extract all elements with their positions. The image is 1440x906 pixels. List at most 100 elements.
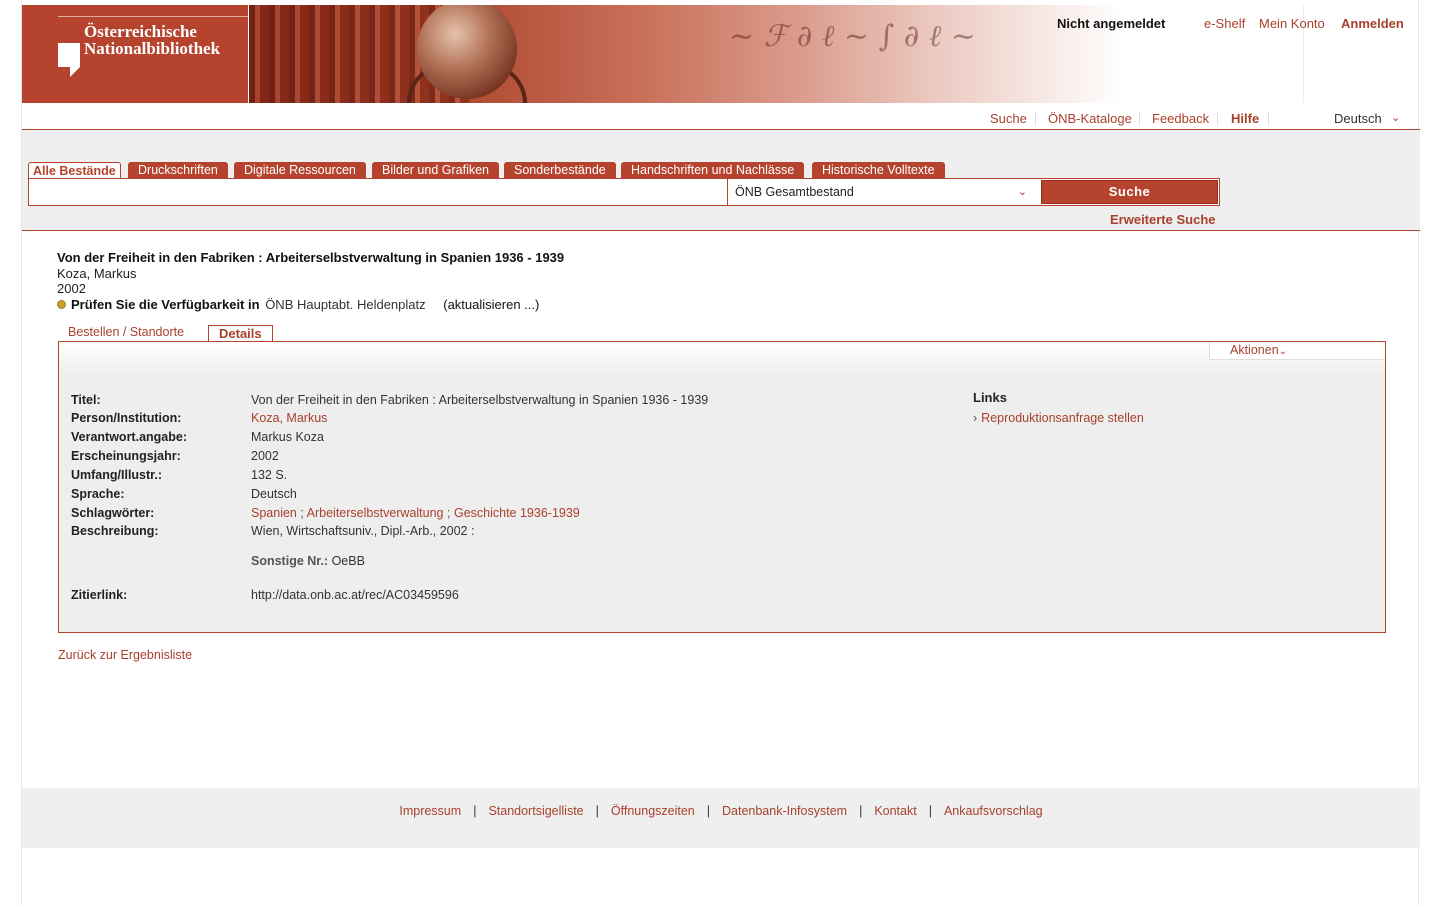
field-value: 2002 [251, 449, 279, 463]
tab-digitale-ressourcen[interactable]: Digitale Ressourcen [234, 162, 366, 179]
eshelf-link[interactable]: e-Shelf [1204, 16, 1245, 31]
logo-mark-icon [58, 43, 80, 77]
nav-separator [1035, 112, 1036, 125]
footer-impressum[interactable]: Impressum [399, 804, 461, 818]
chevron-down-icon: ⌄ [1017, 186, 1027, 198]
record-author: Koza, Markus [57, 266, 137, 281]
my-account-link[interactable]: Mein Konto [1259, 16, 1325, 31]
scope-select[interactable]: ÖNB Gesamtbestand ⌄ [727, 179, 1039, 205]
page-container: Österreichische Nationalbibliothek ~ ℱ ∂… [21, 0, 1420, 906]
field-schlagwoerter: Schlagwörter: Spanien ; Arbeiterselbstve… [71, 506, 951, 524]
field-value: Wien, Wirtschaftsuniv., Dipl.-Arb., 2002… [251, 524, 475, 538]
record-year: 2002 [57, 281, 86, 296]
panel-toolbar: Aktionen⌄ [59, 342, 1385, 374]
search-button[interactable]: Suche [1041, 180, 1218, 204]
citation-link[interactable]: http://data.onb.ac.at/rec/AC03459596 [251, 588, 459, 602]
field-label: Zitierlink: [71, 588, 128, 602]
nav-feedback[interactable]: Feedback [1152, 111, 1209, 126]
footer-separator: | [928, 804, 932, 818]
footer-separator: | [473, 804, 477, 818]
chevron-down-icon: ⌄ [1278, 346, 1288, 357]
subject-separator: ; [447, 506, 451, 520]
logo-rule [58, 16, 248, 17]
links-list: › Reproduktionsanfrage stellen [973, 411, 1144, 425]
chevron-right-icon: › [973, 411, 978, 425]
field-umfang: Umfang/Illustr.: 132 S. [71, 468, 951, 486]
nav-suche[interactable]: Suche [990, 111, 1027, 126]
tab-handschriften-nachlaesse[interactable]: Handschriften und Nachlässe [621, 162, 805, 179]
field-label: Erscheinungsjahr: [71, 449, 181, 463]
person-link[interactable]: Koza, Markus [251, 411, 327, 425]
availability-line: Prüfen Sie die Verfügbarkeit in ÖNB Haup… [57, 297, 539, 312]
field-sprache: Sprache: Deutsch [71, 487, 951, 505]
tab-bestellen-standorte[interactable]: Bestellen / Standorte [68, 325, 184, 339]
field-titel: Titel: Von der Freiheit in den Fabriken … [71, 393, 951, 411]
nav-oenb-kataloge[interactable]: ÖNB-Kataloge [1048, 111, 1132, 126]
advanced-search-link[interactable]: Erweiterte Suche [1110, 212, 1216, 227]
field-label: Umfang/Illustr.: [71, 468, 162, 482]
footer-kontakt[interactable]: Kontakt [874, 804, 916, 818]
login-status: Nicht angemeldet [1057, 16, 1166, 31]
search-box: ÖNB Gesamtbestand ⌄ Suche [28, 178, 1220, 206]
tab-sonderbestaende[interactable]: Sonderbestände [504, 162, 616, 179]
tab-historische-volltexte[interactable]: Historische Volltexte [812, 162, 945, 179]
availability-label: Prüfen Sie die Verfügbarkeit in [71, 297, 260, 312]
reproduction-request-link[interactable]: Reproduktionsanfrage stellen [981, 411, 1144, 425]
footer: Impressum | Standortsigelliste | Öffnungszei… [22, 788, 1420, 848]
user-links: Nicht angemeldet e-Shelf Mein Konto Anme… [1057, 16, 1417, 32]
subject-separator: ; [300, 506, 304, 520]
actions-menu[interactable]: Aktionen⌄ [1209, 342, 1385, 360]
nav-hilfe[interactable]: Hilfe [1231, 111, 1259, 126]
field-value: Deutsch [251, 487, 297, 501]
footer-ankaufsvorschlag[interactable]: Ankaufsvorschlag [944, 804, 1043, 818]
field-label: Titel: [71, 393, 101, 407]
main-nav: Suche ÖNB-Kataloge Feedback Hilfe Deutsc… [22, 108, 1420, 130]
field-beschreibung: Beschreibung: Wien, Wirtschaftsuniv., Di… [71, 524, 951, 542]
nav-separator [1139, 112, 1140, 125]
field-label: Person/Institution: [71, 411, 182, 425]
field-verantwort: Verantwort.angabe: Markus Koza [71, 430, 951, 448]
footer-standortsigelliste[interactable]: Standortsigelliste [488, 804, 583, 818]
back-to-results-link[interactable]: Zurück zur Ergebnisliste [58, 648, 192, 662]
language-select[interactable]: Deutsch [1334, 111, 1382, 126]
field-label: Schlagwörter: [71, 506, 155, 520]
footer-datenbank-infosystem[interactable]: Datenbank-Infosystem [722, 804, 847, 818]
refresh-availability-link[interactable]: (aktualisieren ...) [443, 297, 539, 312]
record-title: Von der Freiheit in den Fabriken : Arbei… [57, 250, 565, 265]
subject-list: Spanien ; Arbeiterselbstverwaltung ; Ges… [251, 506, 580, 520]
footer-oeffnungszeiten[interactable]: Öffnungszeiten [611, 804, 695, 818]
search-area: Alle Bestände Druckschriften Digitale Re… [22, 130, 1420, 231]
field-value: 132 S. [251, 468, 288, 482]
onb-logo[interactable]: Österreichische Nationalbibliothek [22, 5, 248, 103]
availability-status-icon [57, 300, 66, 309]
field-label: Sprache: [71, 487, 125, 501]
sonstige-value: OeBB [331, 554, 365, 568]
field-value: Von der Freiheit in den Fabriken : Arbei… [251, 393, 709, 407]
field-value: Sonstige Nr.: OeBB [251, 554, 365, 568]
subject-link[interactable]: Arbeiterselbstverwaltung [307, 506, 444, 520]
logo-line1: Österreichische [84, 22, 197, 41]
scope-value: ÖNB Gesamtbestand [735, 185, 854, 199]
footer-separator: | [859, 804, 863, 818]
tab-druckschriften[interactable]: Druckschriften [128, 162, 228, 179]
field-person: Person/Institution: Koza, Markus [71, 411, 951, 429]
details-panel: Aktionen⌄ Titel: Von der Freiheit in den… [58, 341, 1386, 633]
tab-details[interactable]: Details [208, 325, 273, 342]
nav-separator [1217, 112, 1218, 125]
subject-link[interactable]: Spanien [251, 506, 297, 520]
record-summary: Von der Freiheit in den Fabriken : Arbei… [57, 250, 857, 312]
field-label: Verantwort.angabe: [71, 430, 187, 444]
chevron-down-icon[interactable]: ⌄ [1391, 111, 1400, 124]
search-input[interactable] [29, 179, 727, 205]
login-link[interactable]: Anmelden [1341, 16, 1404, 31]
field-zitierlink: Zitierlink: http://data.onb.ac.at/rec/AC… [71, 588, 951, 606]
field-value: Markus Koza [251, 430, 324, 444]
header-banner: Österreichische Nationalbibliothek ~ ℱ ∂… [22, 5, 1124, 103]
subject-link[interactable]: Geschichte 1936-1939 [454, 506, 580, 520]
tab-bilder-grafiken[interactable]: Bilder und Grafiken [372, 162, 500, 179]
field-label: Beschreibung: [71, 524, 159, 538]
banner-image: ~ ℱ ∂ ℓ ~ ∫ ∂ ℓ ~ [248, 5, 1124, 103]
actions-label: Aktionen⌄ [1230, 343, 1288, 357]
nav-separator [1268, 112, 1269, 125]
footer-links: Impressum | Standortsigelliste | Öffnungszei… [22, 804, 1420, 818]
